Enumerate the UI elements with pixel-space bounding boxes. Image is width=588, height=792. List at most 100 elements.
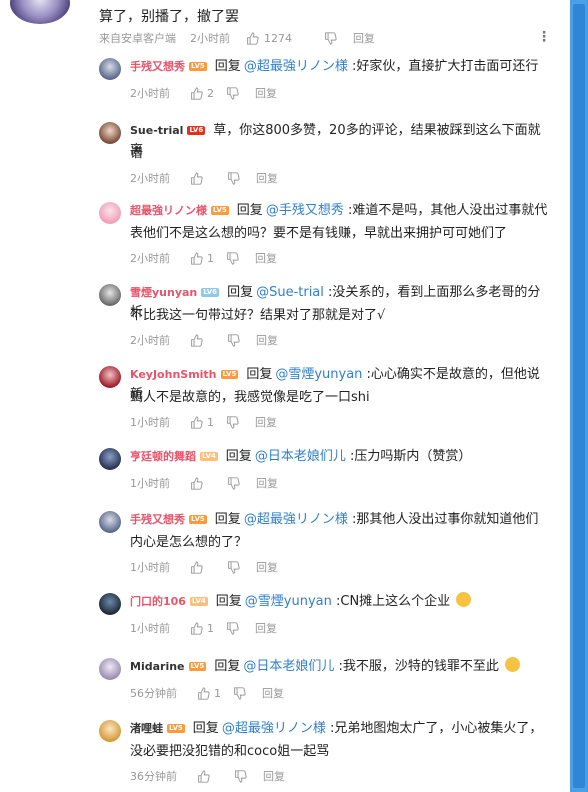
reply-meta: 2小时前 2 回复: [130, 85, 277, 101]
dislike-button[interactable]: [227, 171, 240, 185]
reply-button[interactable]: 回复: [353, 30, 375, 46]
dislike-button[interactable]: [226, 251, 239, 265]
like-button[interactable]: [197, 769, 214, 783]
like-button[interactable]: [190, 333, 207, 347]
reply-line: 手残又想秀 LV5 回复 @超最強リノン様 :那其他人没出过事你就知道他们: [130, 510, 550, 530]
username[interactable]: 手残又想秀: [130, 513, 185, 526]
avatar[interactable]: [99, 448, 121, 470]
dislike-button[interactable]: [226, 621, 239, 635]
dislike-button[interactable]: [226, 86, 239, 100]
level-badge: LV5: [189, 62, 207, 71]
thumb-up-icon: [247, 31, 259, 45]
thumb-down-icon: [227, 251, 239, 265]
mention-link[interactable]: @日本老娘们儿: [255, 449, 346, 464]
mention-link[interactable]: @雪煙yunyan: [245, 594, 332, 609]
dislike-button[interactable]: [227, 560, 240, 574]
avatar[interactable]: [10, 0, 70, 24]
level-badge: LV6: [201, 288, 220, 297]
like-button[interactable]: 1: [190, 622, 214, 635]
dislike-button[interactable]: [234, 769, 247, 783]
dislike-button[interactable]: [227, 333, 240, 347]
dislike-button[interactable]: [226, 415, 239, 429]
username[interactable]: 雪煙yunyan: [130, 286, 197, 299]
comment-meta: 来自安卓客户端 2小时前 1274 回复: [99, 30, 375, 46]
reply-button[interactable]: 回复: [255, 414, 277, 430]
mention-link[interactable]: @日本老娘们儿: [243, 659, 334, 674]
level-badge: LV5: [167, 724, 185, 733]
avatar[interactable]: [99, 122, 121, 144]
username[interactable]: 渚哩蛙: [130, 722, 163, 735]
avatar[interactable]: [99, 720, 121, 742]
username[interactable]: KeyJohnSmith: [130, 368, 217, 381]
reply-button[interactable]: 回复: [255, 250, 277, 266]
mention-link[interactable]: @雪煙yunyan: [275, 367, 362, 382]
thumb-up-icon: [191, 415, 203, 429]
reply-button[interactable]: 回复: [255, 620, 277, 636]
avatar[interactable]: [99, 202, 121, 224]
username[interactable]: 亨廷顿的舞蹈: [130, 450, 196, 463]
avatar[interactable]: [99, 58, 121, 80]
like-button[interactable]: 1274: [246, 32, 292, 45]
thumb-up-icon: [198, 686, 210, 700]
reply-button[interactable]: 回复: [256, 559, 278, 575]
thumb-down-icon: [227, 86, 239, 100]
scrollbar-thumb[interactable]: [573, 4, 585, 788]
dislike-button[interactable]: [227, 476, 240, 490]
username[interactable]: 门口的106: [130, 595, 186, 608]
time-label: 36分钟前: [130, 770, 177, 783]
like-button[interactable]: 1: [197, 687, 221, 700]
emoji-icon: [456, 592, 472, 607]
username[interactable]: 超最強リノン様: [130, 204, 207, 217]
reply-button[interactable]: 回复: [256, 170, 278, 186]
reply-button[interactable]: 回复: [263, 768, 285, 784]
scrollbar[interactable]: [570, 0, 588, 792]
avatar[interactable]: [99, 511, 121, 533]
avatar[interactable]: [99, 366, 121, 388]
emoji-icon: [505, 657, 520, 672]
time-label: 56分钟前: [130, 687, 177, 700]
avatar[interactable]: [99, 593, 121, 615]
mention-link[interactable]: @超最強リノン様: [222, 721, 326, 736]
reply-button[interactable]: 回复: [256, 475, 278, 491]
reply-button[interactable]: 回复: [262, 685, 284, 701]
username[interactable]: Midarine: [130, 660, 185, 673]
reply-text-continued: 没必要把没犯错的和coco姐一起骂: [130, 744, 330, 759]
reply-button[interactable]: 回复: [255, 85, 277, 101]
mention-link[interactable]: @手残又想秀: [266, 203, 344, 218]
thumb-up-icon: [191, 171, 203, 185]
mention-link[interactable]: @超最強リノン様: [244, 59, 348, 74]
username[interactable]: 手残又想秀: [130, 60, 185, 73]
time-label: 1小时前: [130, 561, 170, 574]
like-button[interactable]: 1: [190, 416, 214, 429]
username[interactable]: Sue-trial: [130, 124, 183, 137]
like-button[interactable]: 1: [190, 252, 214, 265]
dislike-button[interactable]: [233, 686, 246, 700]
avatar[interactable]: [99, 284, 121, 306]
reply-text-continued: 谱: [130, 146, 144, 161]
like-button[interactable]: 2: [190, 87, 214, 100]
thumb-up-icon: [191, 560, 203, 574]
like-button[interactable]: [190, 171, 207, 185]
reply-line: 亨廷顿的舞蹈 LV4 回复 @日本老娘们儿 :压力吗斯内（赞赏）: [130, 447, 550, 467]
more-options-icon[interactable]: ⋮: [537, 29, 551, 45]
reply-verb: 回复: [214, 659, 241, 674]
reply-meta: 1小时前 1 回复: [130, 414, 277, 430]
level-badge: LV5: [189, 515, 207, 524]
mention-link[interactable]: @Sue-trial: [256, 285, 324, 300]
like-button[interactable]: [190, 476, 207, 490]
reply-verb: 回复: [215, 594, 242, 609]
thumb-up-icon: [191, 333, 203, 347]
dislike-button[interactable]: [324, 31, 337, 45]
like-button[interactable]: [190, 560, 207, 574]
reply-meta: 1小时前 回复: [130, 559, 278, 575]
reply-button[interactable]: 回复: [256, 332, 278, 348]
time-label: 2小时前: [130, 172, 170, 185]
reply-line: Sue-trial LV6 草，你这800多赞，20多的评论，结果被踩到这么下面就离: [130, 121, 550, 161]
reply-meta: 56分钟前 1 回复: [130, 685, 284, 701]
reply-line: 超最強リノン様 LV5 回复 @手残又想秀 :难道不是吗，其他人没出过事就代: [130, 201, 550, 221]
source-label: 来自安卓客户端: [99, 32, 176, 45]
reply-text: :好家伙，直接扩大打击面可还行: [347, 59, 539, 74]
mention-link[interactable]: @超最強リノン様: [244, 512, 348, 527]
reply-verb: 回复: [214, 59, 241, 74]
avatar[interactable]: [99, 658, 121, 680]
